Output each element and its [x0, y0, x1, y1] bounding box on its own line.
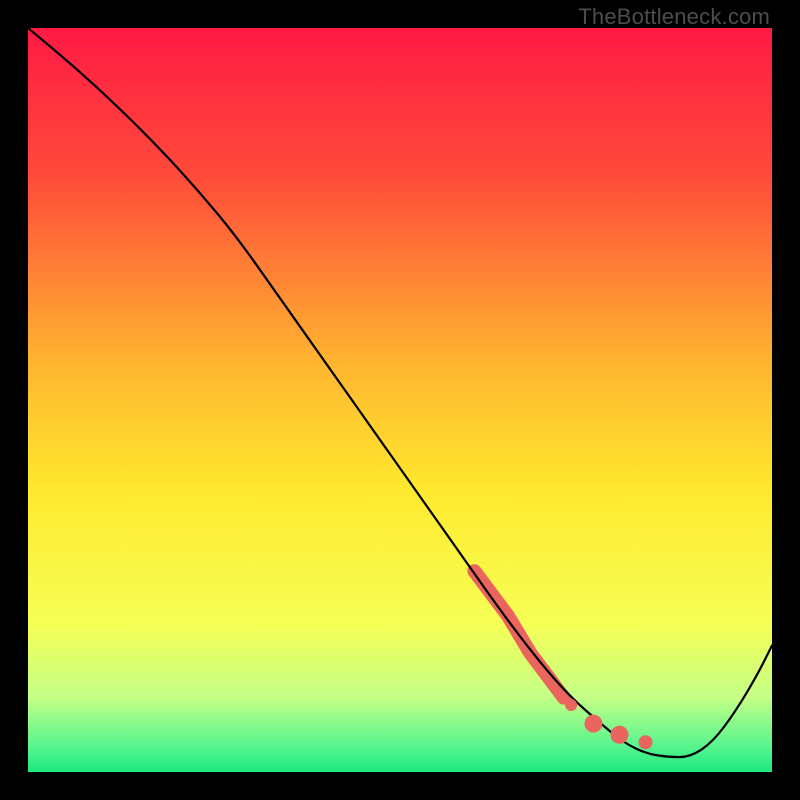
data-point: [610, 726, 628, 744]
watermark-text: TheBottleneck.com: [578, 4, 770, 30]
gradient-background: [28, 28, 772, 772]
data-point: [565, 699, 577, 711]
bottleneck-chart: [28, 28, 772, 772]
data-point: [639, 735, 653, 749]
chart-frame: [28, 28, 772, 772]
data-point: [584, 715, 602, 733]
